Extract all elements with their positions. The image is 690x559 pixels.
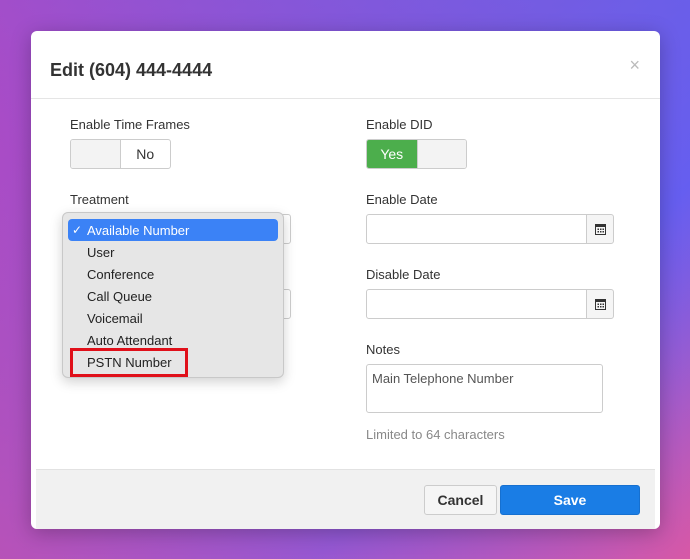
disable-date-input[interactable] <box>366 289 587 319</box>
enable-did-label: Enable DID <box>366 117 433 132</box>
notes-label: Notes <box>366 342 400 357</box>
menu-item-user[interactable]: User <box>68 241 278 263</box>
menu-item-label: Auto Attendant <box>87 332 173 348</box>
enable-time-frames-label: Enable Time Frames <box>70 117 190 132</box>
menu-item-conference[interactable]: Conference <box>68 263 278 285</box>
enable-did-toggle[interactable]: Yes <box>366 139 467 169</box>
menu-item-voicemail[interactable]: Voicemail <box>68 307 278 329</box>
calendar-icon <box>594 298 606 310</box>
toggle-knob <box>416 140 466 168</box>
menu-item-label: User <box>87 244 115 260</box>
modal-header: Edit (604) 444-4444 × <box>31 31 660 99</box>
modal-title: Edit (604) 444-4444 <box>50 60 213 80</box>
treatment-dropdown-menu: ✓ Available Number User Conference Call … <box>62 212 284 378</box>
menu-item-label: Available Number <box>87 222 190 238</box>
enable-date-input[interactable] <box>366 214 587 244</box>
enable-date-label: Enable Date <box>366 192 438 207</box>
menu-item-label: PSTN Number <box>87 354 172 370</box>
save-button[interactable]: Save <box>500 485 640 515</box>
toggle-knob <box>71 140 121 168</box>
enable-date-calendar-button[interactable] <box>586 214 614 244</box>
menu-item-label: Call Queue <box>87 288 153 304</box>
menu-item-pstn-number[interactable]: PSTN Number <box>68 351 278 373</box>
close-icon[interactable]: × <box>629 55 640 76</box>
notes-hint: Limited to 64 characters <box>366 427 505 442</box>
menu-item-available-number[interactable]: ✓ Available Number <box>68 219 278 241</box>
checkmark-icon: ✓ <box>72 223 83 237</box>
menu-item-label: Voicemail <box>87 310 143 326</box>
disable-date-label: Disable Date <box>366 267 441 282</box>
toggle-value: Yes <box>367 140 417 168</box>
edit-modal: Edit (604) 444-4444 × Enable Time Frames… <box>31 31 660 529</box>
menu-item-call-queue[interactable]: Call Queue <box>68 285 278 307</box>
menu-item-auto-attendant[interactable]: Auto Attendant <box>68 329 278 351</box>
modal-footer: Cancel Save <box>36 469 655 529</box>
notes-textarea[interactable]: Main Telephone Number <box>366 364 603 413</box>
disable-date-calendar-button[interactable] <box>586 289 614 319</box>
calendar-icon <box>594 223 606 235</box>
menu-item-label: Conference <box>87 266 155 282</box>
toggle-value: No <box>136 146 155 162</box>
treatment-label: Treatment <box>70 192 129 207</box>
enable-time-frames-toggle[interactable]: No <box>70 139 171 169</box>
cancel-button[interactable]: Cancel <box>424 485 497 515</box>
